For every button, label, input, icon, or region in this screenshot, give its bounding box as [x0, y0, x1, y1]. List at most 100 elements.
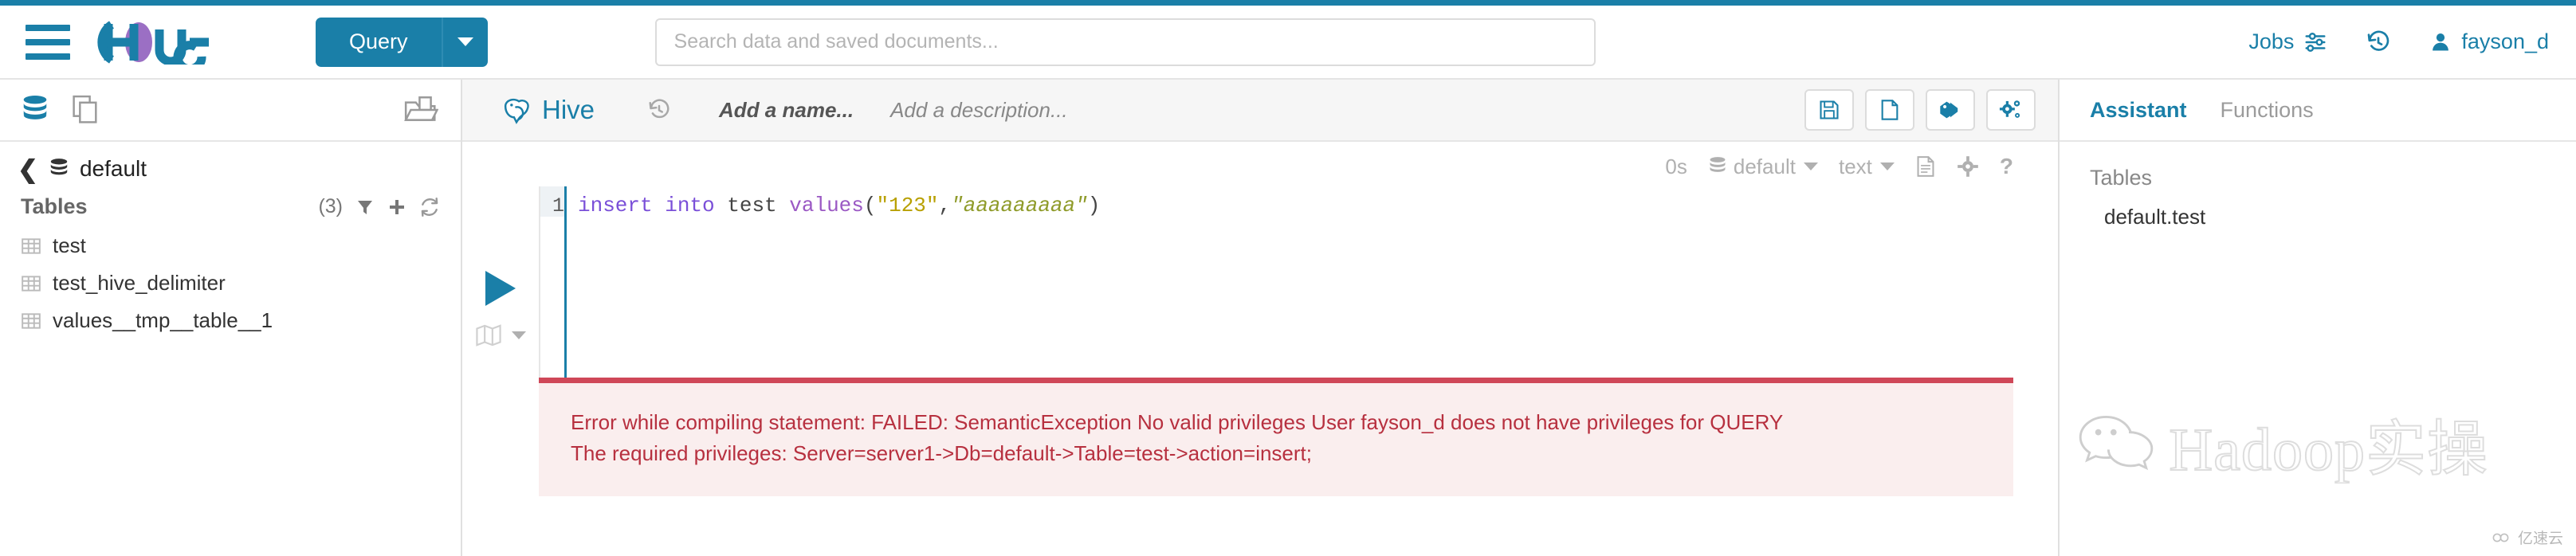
engine-selector[interactable]: Hive: [501, 95, 595, 125]
tables-count: (3): [318, 195, 343, 218]
username-label: fayson_d: [2461, 29, 2549, 54]
sql-function-values: values: [777, 194, 864, 217]
documents-icon: [70, 94, 102, 126]
sidebar-tab-databases[interactable]: [21, 94, 49, 126]
plus-icon[interactable]: [387, 198, 406, 217]
save-button[interactable]: [1804, 89, 1854, 131]
history-button[interactable]: [2366, 29, 2391, 55]
editor-settings-button[interactable]: [1957, 155, 1979, 178]
page-root: Query Jobs: [0, 0, 2576, 556]
import-data-button[interactable]: [403, 95, 438, 125]
elapsed-time: 0s: [1665, 155, 1687, 179]
query-button-group[interactable]: Query: [316, 18, 488, 67]
assistant-tab-row: Assistant Functions: [2060, 80, 2576, 142]
filter-icon[interactable]: [355, 198, 375, 217]
help-button[interactable]: question-mark-icon ?: [2000, 154, 2013, 179]
map-icon: [475, 323, 502, 347]
chevron-left-icon[interactable]: ❮: [18, 157, 38, 182]
table-icon: [21, 236, 41, 256]
global-search[interactable]: [655, 18, 1596, 66]
sql-keyword-insert: insert: [578, 194, 653, 217]
query-dropdown-caret[interactable]: [442, 18, 488, 67]
hamburger-icon[interactable]: [26, 25, 70, 60]
jobs-link[interactable]: Jobs: [2248, 29, 2327, 54]
settings-button[interactable]: [1986, 89, 2036, 131]
tables-title: Tables: [21, 194, 88, 219]
code-editor[interactable]: 1 insert into test values("123","aaaaaaa…: [539, 186, 2058, 378]
chevron-down-icon: [457, 37, 473, 46]
sql-code-line[interactable]: insert into test values("123","aaaaaaaaa…: [564, 186, 1100, 378]
line-number: 1: [540, 186, 564, 217]
history-icon: [647, 98, 671, 122]
hive-elephant-icon: [501, 95, 532, 125]
assistant-table-item[interactable]: default.test: [2090, 205, 2546, 229]
tab-functions[interactable]: Functions: [2221, 98, 2314, 123]
folder-import-icon: [403, 95, 438, 125]
chevron-down-icon: [1804, 162, 1818, 170]
format-dropdown-label: text: [1839, 155, 1872, 179]
body-row: ❮ default Tables (3): [0, 80, 2576, 556]
gear-icon: [1957, 155, 1979, 178]
query-description-input[interactable]: Add a description...: [890, 98, 1068, 123]
sql-comma: ,: [939, 194, 952, 217]
table-name: test_hive_delimiter: [53, 271, 226, 296]
user-menu[interactable]: fayson_d: [2429, 29, 2549, 54]
chevron-down-icon: [512, 331, 526, 339]
user-icon: [2429, 30, 2452, 54]
sidebar-tab-row: [0, 80, 461, 142]
play-icon[interactable]: [485, 271, 516, 306]
table-list: test test_hive_delimiter: [0, 224, 461, 339]
hue-logo[interactable]: [97, 20, 257, 65]
sliders-icon: [2303, 30, 2327, 54]
new-document-button[interactable]: [1865, 89, 1914, 131]
tables-header: Tables (3): [0, 190, 461, 224]
refresh-icon[interactable]: [419, 197, 440, 217]
query-name-input[interactable]: Add a name...: [719, 98, 854, 123]
editor-column: Hive Add a name... Add a description...: [462, 80, 2058, 556]
jobs-label: Jobs: [2248, 29, 2294, 54]
assistant-section-title: Tables: [2090, 166, 2546, 190]
database-dropdown[interactable]: default: [1708, 155, 1818, 179]
sql-table-name: test: [715, 194, 777, 217]
database-name: default: [80, 156, 147, 182]
database-breadcrumb[interactable]: ❮ default: [0, 142, 461, 190]
table-icon: [21, 273, 41, 294]
sidebar-tab-documents[interactable]: [70, 94, 102, 126]
table-list-item[interactable]: test_hive_delimiter: [21, 264, 461, 302]
run-gutter: [462, 186, 539, 378]
document-icon: [1915, 155, 1936, 178]
top-navbar: Query Jobs: [0, 6, 2576, 80]
error-panel: Error while compiling statement: FAILED:…: [539, 378, 2013, 496]
search-input[interactable]: [657, 20, 1594, 65]
query-meta-row: 0s default text: [462, 142, 2058, 186]
database-dropdown-label: default: [1734, 155, 1796, 179]
sql-string-number: "123": [876, 194, 938, 217]
navbar-right: Jobs: [2248, 29, 2549, 55]
query-button[interactable]: Query: [316, 18, 442, 67]
left-sidebar: ❮ default Tables (3): [0, 80, 462, 556]
sql-paren-close: ): [1088, 194, 1101, 217]
editor-header: Hive Add a name... Add a description...: [462, 80, 2058, 142]
editor-history-button[interactable]: [647, 98, 671, 122]
assistant-panel: Assistant Functions Tables default.test: [2058, 80, 2576, 556]
editor-toolbar: [1804, 89, 2036, 131]
top-accent-bar: [0, 0, 2576, 6]
chevron-down-icon: [1880, 162, 1895, 170]
table-icon: [21, 311, 41, 331]
sql-keyword-into: into: [653, 194, 715, 217]
floppy-disk-icon: [1818, 99, 1840, 121]
tab-assistant[interactable]: Assistant: [2090, 98, 2187, 123]
table-list-item[interactable]: values__tmp__table__1: [21, 302, 461, 339]
result-document-button[interactable]: [1915, 155, 1936, 178]
database-icon: [49, 158, 69, 180]
database-icon: [1708, 156, 1727, 177]
tags-button[interactable]: [1926, 89, 1975, 131]
history-icon: [2366, 29, 2391, 55]
table-list-item[interactable]: test: [21, 227, 461, 264]
table-name: values__tmp__table__1: [53, 308, 273, 333]
error-message: Error while compiling statement: FAILED:…: [571, 407, 1822, 469]
format-dropdown[interactable]: text: [1839, 155, 1895, 179]
file-icon: [1879, 99, 1900, 121]
explain-button[interactable]: [475, 323, 526, 347]
sql-paren-open: (: [864, 194, 877, 217]
